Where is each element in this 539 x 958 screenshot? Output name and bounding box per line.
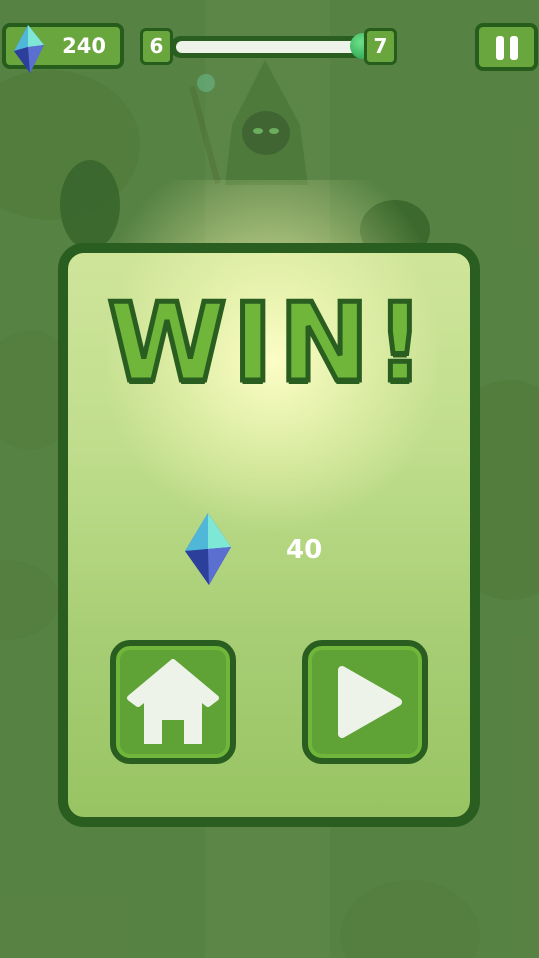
- level-progress-fill: [176, 41, 362, 53]
- home-icon: [127, 659, 219, 744]
- next-level-button[interactable]: [302, 640, 428, 764]
- next-level: 7: [364, 28, 397, 65]
- pause-button[interactable]: [475, 23, 538, 71]
- crystal-gem-icon: [185, 513, 231, 585]
- wizard-character: [190, 60, 308, 185]
- reward-amount: 40: [286, 535, 323, 565]
- current-level: 6: [140, 28, 173, 65]
- crystal-gem-icon: [14, 25, 44, 73]
- gem-counter: 240: [2, 23, 124, 73]
- level-progress-bar: [170, 36, 368, 58]
- play-icon: [338, 666, 402, 738]
- win-dialog: WIN! 40: [58, 243, 480, 827]
- win-title: WIN!: [105, 279, 431, 409]
- home-button[interactable]: [110, 640, 236, 764]
- gem-count: 240: [62, 34, 106, 58]
